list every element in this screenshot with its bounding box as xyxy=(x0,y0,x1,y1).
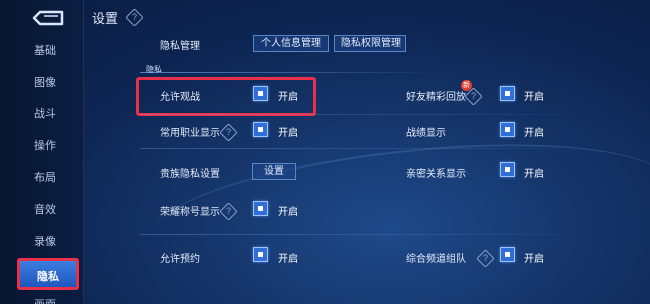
back-button[interactable] xyxy=(30,8,66,28)
sidebar: 基础 图像 战斗 操作 布局 音效 录像 隐私 画面 xyxy=(0,0,84,304)
channel-team-checkbox[interactable] xyxy=(500,247,515,262)
honor-title-help-icon[interactable]: ? xyxy=(219,202,238,221)
sidebar-item-replay[interactable]: 录像 xyxy=(14,229,76,255)
channel-team-help-icon[interactable]: ? xyxy=(476,249,495,268)
privacy-permission-button[interactable]: 隐私权限管理 xyxy=(334,35,406,52)
battle-record-checkbox[interactable] xyxy=(500,122,515,137)
sidebar-item-basic[interactable]: 基础 xyxy=(14,38,76,64)
common-roles-state: 开启 xyxy=(278,128,298,139)
friend-highlights-state: 开启 xyxy=(524,92,544,103)
allow-spectate-checkbox[interactable] xyxy=(253,86,268,101)
privacy-management-label: 隐私管理 xyxy=(160,41,200,52)
honor-title-checkbox[interactable] xyxy=(253,201,268,216)
friend-highlights-label: 好友精彩回放 xyxy=(406,92,466,103)
sidebar-item-layout[interactable]: 布局 xyxy=(14,165,76,191)
channel-team-state: 开启 xyxy=(524,254,544,265)
channel-team-label: 综合频道组队 xyxy=(406,254,466,265)
sidebar-item-display[interactable]: 画面 xyxy=(14,292,76,304)
common-roles-help-icon[interactable]: ? xyxy=(219,123,238,142)
noble-privacy-label: 贵族隐私设置 xyxy=(160,169,220,180)
row-divider xyxy=(140,114,560,115)
row-divider xyxy=(140,234,560,235)
battle-record-label: 战绩显示 xyxy=(406,128,446,139)
row-divider xyxy=(140,148,560,149)
allow-spectate-label: 允许观战 xyxy=(160,92,200,103)
personal-info-button[interactable]: 个人信息管理 xyxy=(253,35,329,52)
sidebar-item-graphics[interactable]: 图像 xyxy=(14,70,76,96)
section-tab-privacy: 隐私 xyxy=(146,65,162,74)
page-title: 设置 xyxy=(92,11,119,26)
help-icon[interactable]: ? xyxy=(125,8,144,27)
battle-record-state: 开启 xyxy=(524,128,544,139)
sidebar-item-privacy[interactable]: 隐私 xyxy=(17,258,79,290)
noble-privacy-settings-button[interactable]: 设置 xyxy=(252,163,296,180)
section-divider xyxy=(140,72,440,73)
sidebar-item-controls[interactable]: 操作 xyxy=(14,133,76,159)
sidebar-item-sound[interactable]: 音效 xyxy=(14,197,76,223)
intimate-relation-checkbox[interactable] xyxy=(500,162,515,177)
allow-spectate-state: 开启 xyxy=(278,92,298,103)
friend-highlights-checkbox[interactable] xyxy=(500,86,515,101)
allow-reservation-label: 允许预约 xyxy=(160,254,200,265)
allow-reservation-state: 开启 xyxy=(278,254,298,265)
back-arrow-icon xyxy=(32,10,64,26)
intimate-relation-state: 开启 xyxy=(524,169,544,180)
honor-title-state: 开启 xyxy=(278,207,298,218)
intimate-relation-label: 亲密关系显示 xyxy=(406,169,466,180)
common-roles-checkbox[interactable] xyxy=(253,122,268,137)
honor-title-label: 荣耀称号显示 xyxy=(160,207,220,218)
sidebar-item-combat[interactable]: 战斗 xyxy=(14,101,76,127)
allow-reservation-checkbox[interactable] xyxy=(253,247,268,262)
common-roles-label: 常用职业显示 xyxy=(160,128,220,139)
